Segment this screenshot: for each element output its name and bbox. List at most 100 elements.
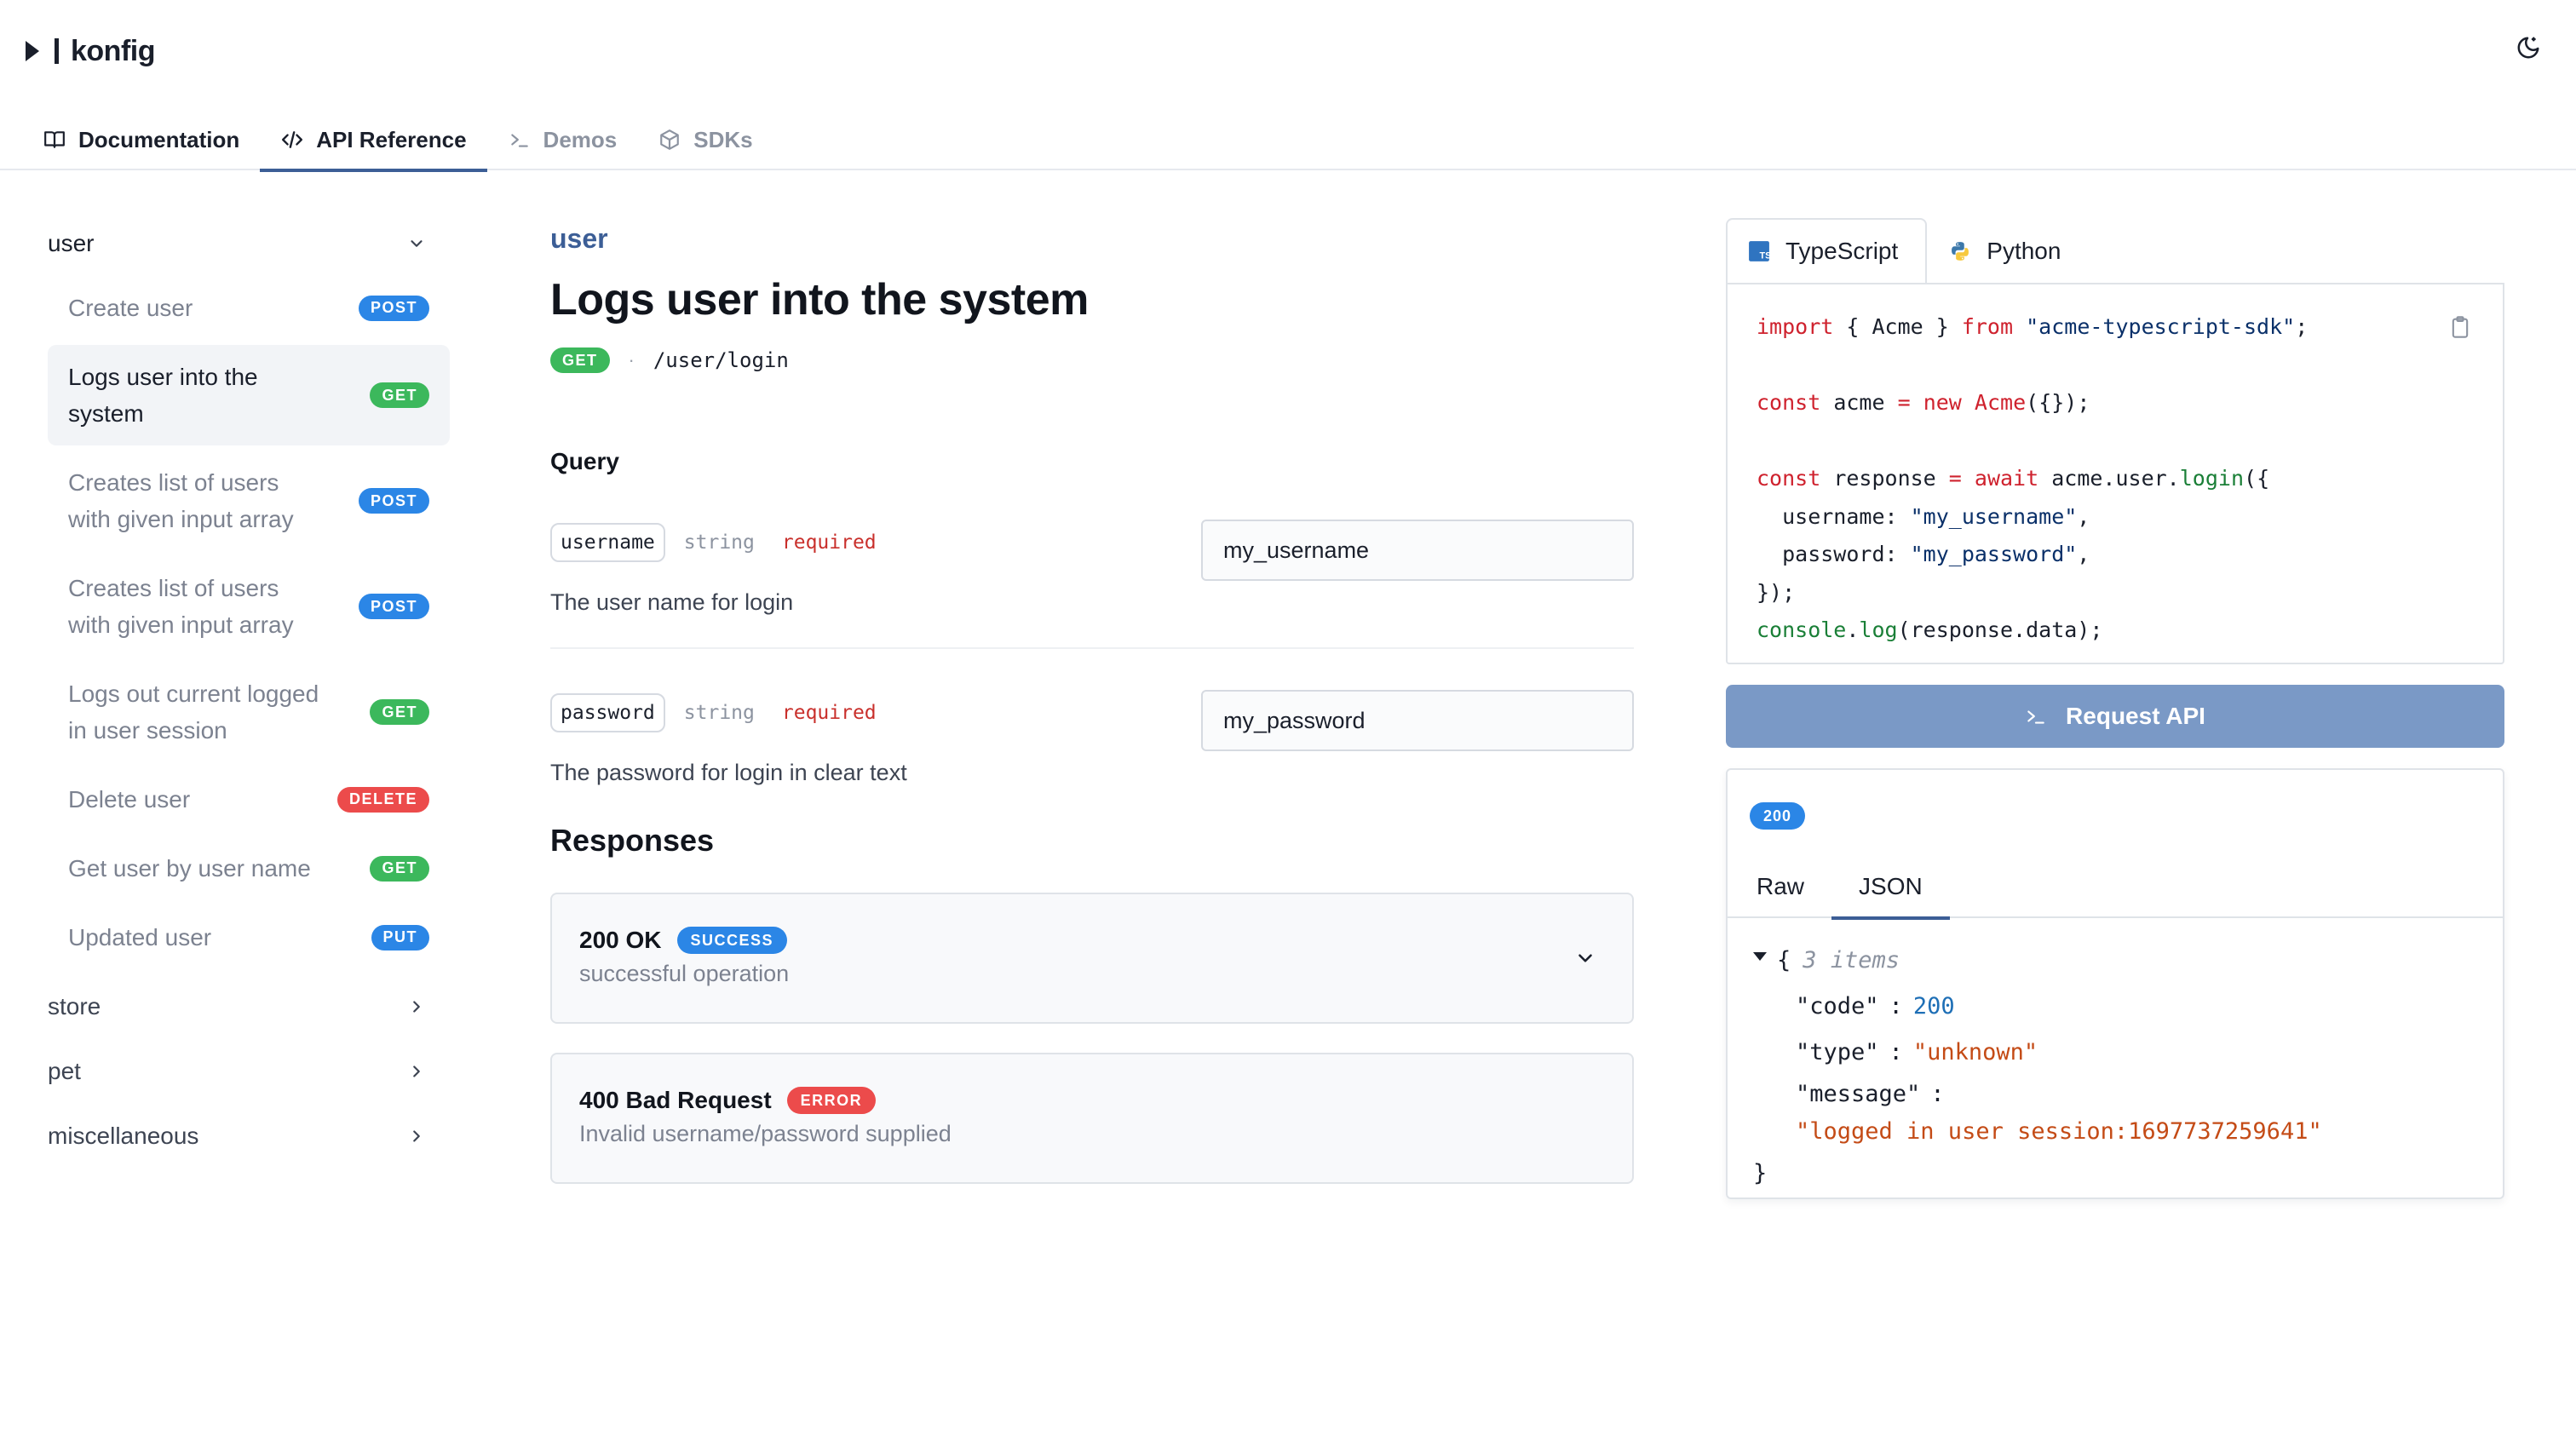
code-token: "acme-typescript-sdk" bbox=[2026, 314, 2296, 339]
method-badge: DELETE bbox=[336, 786, 429, 813]
sidebar-item-get-user[interactable]: Get user by user name GET bbox=[48, 836, 450, 900]
response-status: 200 OK bbox=[579, 927, 662, 953]
sidebar: user Create user POST Logs user into the… bbox=[48, 211, 450, 1169]
code-token: const bbox=[1757, 390, 1821, 415]
sidebar-group-label: miscellaneous bbox=[48, 1123, 199, 1149]
main-content: user Logs user into the system GET · /us… bbox=[550, 211, 1634, 1184]
code-token: , bbox=[2077, 503, 2090, 529]
theme-toggle-button[interactable] bbox=[2511, 31, 2545, 65]
method-badge: POST bbox=[358, 295, 429, 321]
page-title: Logs user into the system bbox=[550, 275, 1089, 324]
password-input[interactable] bbox=[1201, 690, 1634, 751]
method-badge: GET bbox=[370, 855, 429, 882]
breadcrumb[interactable]: user bbox=[550, 211, 1634, 266]
json-key: "type" bbox=[1796, 1038, 1879, 1065]
code-token: response bbox=[1820, 466, 1949, 491]
book-icon bbox=[43, 128, 66, 152]
code-token: import bbox=[1757, 314, 1834, 339]
collapse-triangle-icon[interactable] bbox=[1753, 952, 1767, 961]
code-token: "my_username" bbox=[1910, 503, 2078, 529]
response-viewer: 200 Raw JSON { 3 items "code" : 200 "typ… bbox=[1726, 768, 2504, 1199]
response-200[interactable]: 200 OK SUCCESS successful operation bbox=[550, 893, 1634, 1024]
moon-icon bbox=[2517, 37, 2539, 59]
konfig-logo[interactable]: konfig bbox=[26, 32, 155, 70]
param-header: username string required bbox=[550, 523, 877, 562]
json-brace: } bbox=[1753, 1159, 1768, 1186]
typescript-icon: TS bbox=[1749, 241, 1770, 261]
endpoint-line: GET · /user/login bbox=[550, 341, 1634, 380]
code-token: Acme bbox=[1974, 390, 2027, 415]
tab-api-reference[interactable]: API Reference bbox=[260, 109, 487, 172]
tab-sdks[interactable]: SDKs bbox=[637, 109, 773, 170]
logo-text: konfig bbox=[71, 34, 155, 67]
sidebar-item-logout[interactable]: Logs out current logged in user session … bbox=[48, 662, 450, 762]
code-panel: TS TypeScript Python import { Acme } fro… bbox=[1726, 218, 2504, 1199]
sidebar-item-update-user[interactable]: Updated user PUT bbox=[48, 905, 450, 969]
status-badge: 200 bbox=[1750, 802, 1806, 830]
method-badge: POST bbox=[358, 488, 429, 514]
main-nav-tabs: Documentation API Reference Demos SDKs bbox=[22, 109, 773, 172]
copy-code-button[interactable] bbox=[2441, 308, 2479, 346]
sidebar-group-user[interactable]: user bbox=[48, 211, 450, 276]
sidebar-item-create-with-list[interactable]: Creates list of users with given input a… bbox=[48, 556, 450, 657]
tab-python-label: Python bbox=[1987, 238, 2061, 264]
tab-api-reference-label: API Reference bbox=[316, 126, 467, 152]
param-type: string bbox=[683, 531, 755, 554]
json-root-row: { 3 items bbox=[1753, 937, 2322, 983]
tab-demos-label: Demos bbox=[543, 126, 618, 152]
code-token: acme.user. bbox=[2038, 466, 2180, 491]
json-tree: { 3 items "code" : 200 "type" : "unknown… bbox=[1753, 937, 2322, 1196]
code-token: (response.data); bbox=[1897, 617, 2103, 642]
chevron-right-icon bbox=[407, 997, 426, 1016]
sidebar-item-label: Updated user bbox=[68, 924, 212, 950]
sidebar-item-delete-user[interactable]: Delete user DELETE bbox=[48, 767, 450, 831]
username-input[interactable] bbox=[1201, 520, 1634, 581]
top-header: konfig Documentation API Reference Demos… bbox=[0, 0, 2576, 172]
sidebar-group-label: user bbox=[48, 230, 95, 256]
tab-demos[interactable]: Demos bbox=[487, 109, 638, 170]
code-token: ({ bbox=[2244, 466, 2270, 491]
tab-raw[interactable]: Raw bbox=[1728, 855, 1831, 918]
method-badge: PUT bbox=[371, 924, 429, 950]
logo-arrow-icon bbox=[26, 39, 44, 63]
response-description: successful operation bbox=[579, 961, 790, 986]
success-badge: SUCCESS bbox=[676, 927, 788, 954]
sidebar-item-create-user[interactable]: Create user POST bbox=[48, 276, 450, 340]
code-token: ; bbox=[2295, 314, 2309, 339]
param-type: string bbox=[683, 702, 755, 724]
tab-typescript[interactable]: TS TypeScript bbox=[1726, 218, 1928, 283]
json-key: "code" bbox=[1796, 992, 1879, 1019]
request-api-button[interactable]: Request API bbox=[1726, 685, 2504, 748]
sidebar-item-label: Create user bbox=[68, 295, 193, 321]
terminal-icon bbox=[2025, 705, 2047, 727]
response-400[interactable]: 400 Bad Request ERROR Invalid username/p… bbox=[550, 1053, 1634, 1184]
json-brace: { bbox=[1777, 946, 1791, 973]
sidebar-item-create-with-array[interactable]: Creates list of users with given input a… bbox=[48, 451, 450, 551]
sidebar-item-login[interactable]: Logs user into the system GET bbox=[48, 345, 450, 445]
logo-bar bbox=[55, 38, 59, 64]
tab-documentation[interactable]: Documentation bbox=[22, 109, 260, 170]
sidebar-group-store[interactable]: store bbox=[48, 974, 450, 1039]
chevron-right-icon bbox=[407, 1062, 426, 1081]
json-entry-type: "type" : "unknown" bbox=[1753, 1029, 2322, 1075]
query-heading: Query bbox=[550, 448, 619, 474]
code-token: { Acme } bbox=[1833, 314, 1962, 339]
json-entry-code: "code" : 200 bbox=[1753, 983, 2322, 1029]
sidebar-group-miscellaneous[interactable]: miscellaneous bbox=[48, 1104, 450, 1169]
separator-dot: · bbox=[628, 349, 635, 370]
json-value: "logged in user session:1697737259641" bbox=[1796, 1117, 2322, 1145]
param-description: The user name for login bbox=[550, 589, 794, 615]
terminal-icon bbox=[508, 128, 532, 152]
page: konfig Documentation API Reference Demos… bbox=[0, 0, 2576, 1453]
code-token: = bbox=[1897, 390, 1911, 415]
tab-python[interactable]: Python bbox=[1927, 218, 2090, 283]
param-required: required bbox=[781, 702, 877, 724]
json-message-value-row: "logged in user session:1697737259641" bbox=[1753, 1112, 2322, 1150]
tab-json[interactable]: JSON bbox=[1831, 855, 1950, 920]
clipboard-icon bbox=[2452, 316, 2469, 338]
method-badge: GET bbox=[370, 382, 429, 408]
sidebar-group-pet[interactable]: pet bbox=[48, 1039, 450, 1104]
